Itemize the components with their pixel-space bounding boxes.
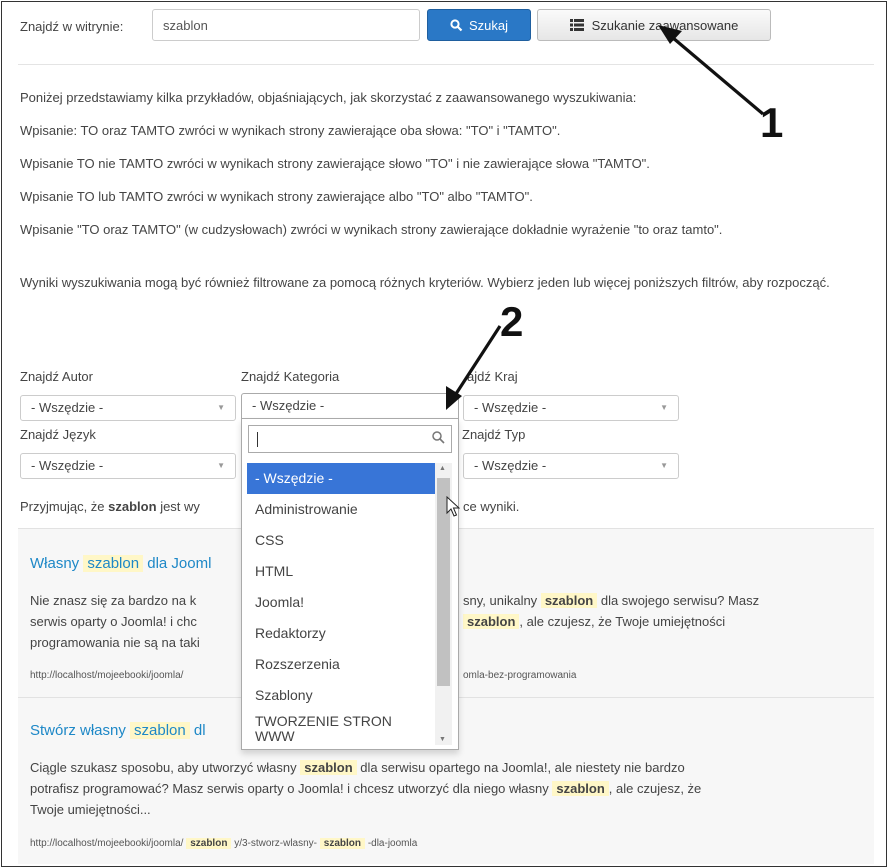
- result-title-link[interactable]: Stwórz własny szablon dl: [30, 722, 206, 739]
- url-part: -dla-joomla: [367, 838, 418, 849]
- filter-author-value: - Wszędzie -: [31, 400, 104, 415]
- summary-suffix: ce wyniki.: [463, 499, 520, 514]
- result-snippet-line: programowania nie są na taki: [30, 635, 200, 650]
- scroll-down-icon[interactable]: ▼: [439, 736, 446, 743]
- list-icon: [569, 19, 584, 31]
- result-title-part: dl: [193, 722, 206, 739]
- intro-example-not: Wpisanie TO nie TAMTO zwróci w wynikach …: [20, 156, 650, 171]
- dropdown-option[interactable]: CSS: [247, 525, 435, 556]
- dropdown-option[interactable]: TWORZENIE STRON WWW: [247, 711, 435, 747]
- filter-author-select[interactable]: - Wszędzie - ▼: [20, 395, 236, 421]
- chevron-down-icon: ▼: [660, 461, 668, 470]
- url-term: szablon: [186, 838, 232, 849]
- snippet-part: Ciągle szukasz sposobu, aby utworzyć wła…: [30, 760, 297, 775]
- result-title-link[interactable]: Własny szablon dla Jooml: [30, 555, 211, 572]
- snippet-term: szablon: [300, 760, 357, 775]
- summary-middle: jest wy: [160, 499, 200, 514]
- filter-language-select[interactable]: - Wszędzie - ▼: [20, 453, 236, 479]
- result-url-tail: omla-bez-programowania: [463, 670, 577, 681]
- chevron-down-icon: ▼: [660, 403, 668, 412]
- url-part: http://localhost/mojeebooki/joomla/: [30, 838, 184, 849]
- mouse-cursor-icon: [446, 496, 460, 517]
- annotation-number-1: 1: [760, 99, 784, 146]
- summary-term: szablon: [108, 499, 157, 514]
- snippet-part: dla swojego serwisu? Masz: [600, 593, 760, 608]
- dropdown-option[interactable]: Szablony: [247, 680, 435, 711]
- filter-language-value: - Wszędzie -: [31, 458, 104, 473]
- search-icon: [450, 18, 463, 31]
- search-icon: [432, 431, 445, 444]
- result-title-term: szablon: [83, 555, 144, 572]
- results-summary: Przyjmując, że szablon jest wy: [20, 497, 250, 517]
- snippet-part: dla serwisu opartego na Joomla!, ale nie…: [360, 760, 685, 775]
- result-url: http://localhost/mojeebooki/joomla/ szab…: [30, 838, 417, 849]
- search-button-label: Szukaj: [468, 17, 509, 33]
- search-input[interactable]: [152, 9, 420, 41]
- search-button[interactable]: Szukaj: [427, 9, 531, 41]
- search-label: Znajdź w witrynie:: [20, 19, 124, 34]
- filter-language-label: Znajdź Język: [20, 427, 96, 442]
- result-snippet-line: serwis oparty o Joomla! i chc: [30, 614, 197, 629]
- result-snippet-line: sny, unikalny szablon dla swojego serwis…: [463, 590, 853, 611]
- dropdown-options: - Wszędzie - Administrowanie CSS HTML Jo…: [247, 463, 435, 747]
- result-title-part: Własny: [30, 555, 80, 572]
- dropdown-option[interactable]: Rozszerzenia: [247, 649, 435, 680]
- result-title-part: dla Jooml: [147, 555, 212, 572]
- summary-prefix: Przyjmując, że: [20, 499, 105, 514]
- chevron-down-icon: ▼: [217, 461, 225, 470]
- filter-category-value: - Wszędzie -: [252, 398, 325, 413]
- annotation-number-2: 2: [500, 298, 524, 345]
- result-snippet-line: Ciągle szukasz sposobu, aby utworzyć wła…: [30, 757, 850, 778]
- filter-type-select[interactable]: - Wszędzie - ▼: [463, 453, 679, 479]
- intro-example-or: Wpisanie TO lub TAMTO zwróci w wynikach …: [20, 189, 533, 204]
- text-cursor: [257, 432, 258, 447]
- result-title-term: szablon: [130, 722, 190, 739]
- filter-author-label: Znajdź Autor: [20, 369, 93, 384]
- filter-type-label: Znajdź Typ: [462, 427, 526, 442]
- dropdown-option[interactable]: Joomla!: [247, 587, 435, 618]
- snippet-part: sny, unikalny: [463, 593, 538, 608]
- filter-category-select[interactable]: - Wszędzie -: [241, 393, 459, 420]
- result-snippet-line: szablon, ale czujesz, że Twoje umiejętno…: [463, 611, 853, 632]
- dropdown-option[interactable]: Redaktorzy: [247, 618, 435, 649]
- url-term: szablon: [319, 838, 366, 849]
- dropdown-option[interactable]: Administrowanie: [247, 494, 435, 525]
- dropdown-search-input[interactable]: [248, 425, 452, 453]
- category-dropdown[interactable]: - Wszędzie - Administrowanie CSS HTML Jo…: [241, 418, 459, 750]
- filter-category-label: Znajdź Kategoria: [241, 369, 340, 384]
- annotation-arrow-2: [446, 325, 502, 410]
- result-snippet-line: Nie znasz się za bardzo na k: [30, 593, 197, 608]
- chevron-down-icon: ▼: [217, 403, 225, 412]
- dropdown-option[interactable]: - Wszędzie -: [247, 463, 435, 494]
- filter-type-value: - Wszędzie -: [474, 458, 547, 473]
- result-url: http://localhost/mojeebooki/joomla/: [30, 670, 184, 681]
- url-part: y/3-stworz-wlasny-: [234, 838, 318, 849]
- snippet-term: szablon: [540, 593, 598, 608]
- snippet-part: , ale czujesz, że Twoje umiejętności: [519, 614, 726, 629]
- result-title-part: Stwórz własny: [30, 722, 126, 739]
- scroll-up-icon[interactable]: ▲: [439, 465, 446, 472]
- result-snippet-line: Twoje umiejętności...: [30, 802, 151, 817]
- result-snippet-line: potrafisz programować? Masz serwis opart…: [30, 778, 850, 799]
- snippet-part: potrafisz programować? Masz serwis opart…: [30, 781, 549, 796]
- snippet-term: szablon: [463, 614, 520, 629]
- intro-example-phrase: Wpisanie "TO oraz TAMTO" (w cudzysłowach…: [20, 222, 723, 237]
- intro-filters: Wyniki wyszukiwania mogą być również fil…: [20, 275, 830, 290]
- snippet-term: szablon: [552, 781, 609, 796]
- dropdown-option[interactable]: HTML: [247, 556, 435, 587]
- snippet-part: , ale czujesz, że: [608, 781, 702, 796]
